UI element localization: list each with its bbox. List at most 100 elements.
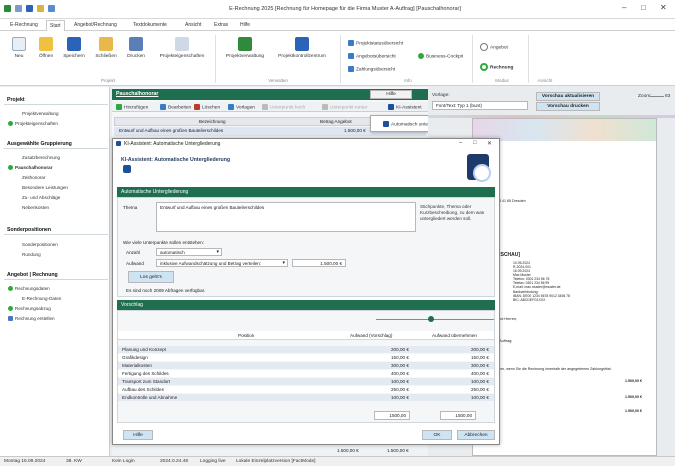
row-position: Planung und Konzept [122, 347, 166, 352]
ki-assistant-button[interactable]: KI-Assistent [388, 104, 422, 110]
menu-ansicht[interactable]: Ansicht [185, 22, 201, 28]
maximize-icon[interactable]: □ [473, 140, 477, 146]
ok-button[interactable]: OK [422, 430, 452, 440]
refresh-preview-button[interactable]: Vorschau aktualisieren [536, 92, 600, 101]
aufwand-label: Aufwand [126, 261, 144, 266]
panel-footer: 1.500,00 € 1.500,00 € [112, 446, 428, 456]
move-down-label: Unterpunkt runter [330, 105, 368, 111]
aufwand-value: inklusive Aufwandschätzung und Betrag ve… [160, 261, 262, 266]
open-quick-icon[interactable] [37, 5, 44, 12]
dialog-help-button[interactable]: Hilfe [123, 430, 153, 440]
project-management-button[interactable]: Projektverwaltung [222, 34, 268, 59]
print-preview-button[interactable]: Vorschau drucken [536, 102, 600, 111]
project-control-center-button[interactable]: Projektkontrollzentrum [272, 34, 332, 59]
print-quick-icon[interactable] [48, 5, 55, 12]
aufwand-select[interactable]: inklusive Aufwandschätzung und Betrag ve… [156, 259, 288, 267]
payment-overview-link[interactable]: Zahlungsübersicht [348, 66, 395, 72]
close-icon[interactable]: ✕ [660, 3, 667, 12]
table-row[interactable]: Aufbau des Schildes 250,00 € 250,00 € [118, 386, 494, 393]
new-quick-icon[interactable] [15, 5, 22, 12]
print-button[interactable]: Drucken [125, 34, 147, 59]
sidebar-item-zusatzberechnung[interactable]: Zusatzberechnung [22, 155, 60, 160]
sidebar-item-e-rechnung-daten[interactable]: E-Rechnung-Daten [22, 296, 61, 301]
mode-rechnung-radio[interactable]: Rechnung [480, 63, 513, 71]
sidebar-item-projektverwaltung[interactable]: Projektverwaltung [22, 111, 59, 116]
save-quick-icon[interactable] [26, 5, 33, 12]
business-cockpit-label: Business-Cockpit [426, 54, 464, 60]
sidebar-item-projekteigenschaften[interactable]: Projekteigenschaften [8, 121, 58, 127]
save-button[interactable]: Speichern [63, 34, 85, 59]
total-vorschlag-value: 1500,00 [389, 413, 406, 418]
add-button[interactable]: Hinzufügen [116, 104, 148, 110]
thema-input[interactable]: Entwurf und Aufbau eines großen Bauteile… [156, 202, 416, 232]
menu-textdokumente[interactable]: Textdokumente [133, 22, 167, 28]
split-slider-thumb[interactable] [428, 316, 434, 322]
minimize-icon[interactable]: – [622, 3, 626, 12]
chevron-down-icon: ▾ [282, 260, 285, 266]
cancel-button[interactable]: Abbrechen [457, 430, 495, 440]
aufwand-amount: 1.500,00 € [320, 261, 342, 266]
dialog-titlebar: KI-Assistent: Automatische Untergliederu… [113, 139, 499, 149]
sidebar-item-zeithonorar[interactable]: Zeithonorar [22, 175, 46, 180]
mode-angebot-radio[interactable]: Angebot [480, 43, 508, 51]
status-logging: Logging live [200, 459, 226, 464]
sidebar-item-label: Pauschalhonorar [15, 165, 53, 170]
move-down-button[interactable]: Unterpunkt runter [322, 104, 367, 110]
business-cockpit-link[interactable]: Business-Cockpit [418, 53, 463, 59]
sidebar-item-rechnung-erstellen[interactable]: Rechnung erstellen [8, 316, 55, 322]
aufwand-amount-input[interactable]: 1.500,00 € [292, 259, 346, 267]
sidebar-item-rundung[interactable]: Rundung [22, 252, 41, 257]
minimize-icon[interactable]: – [459, 140, 462, 146]
los-gehts-button[interactable]: Los geht's [128, 271, 174, 283]
status-overview-link[interactable]: Projektstatusübersicht [348, 40, 403, 46]
table-row[interactable]: Planung und Konzept 200,00 € 200,00 € [118, 346, 494, 353]
menu-hilfe[interactable]: Hilfe [240, 22, 250, 28]
open-button[interactable]: Öffnen [35, 34, 57, 59]
edit-button[interactable]: Bearbeiten [160, 104, 191, 110]
sidebar-item-sonderpositionen[interactable]: Sonderpositionen [22, 242, 58, 247]
sidebar-item-rechnungsabzug[interactable]: Rechnungsabzug [8, 306, 51, 312]
table-row[interactable]: Materialkosten 300,00 € 300,00 € [118, 362, 494, 369]
pencil-icon [160, 104, 166, 110]
offer-icon [348, 53, 354, 59]
templates-button[interactable]: Vorlagen [228, 104, 255, 110]
sidebar-item-pauschalhonorar[interactable]: Pauschalhonorar [8, 165, 53, 171]
new-document-icon [12, 37, 26, 51]
table-row[interactable]: Transport zum Standort 100,00 € 100,00 € [118, 378, 494, 385]
sidebar-item-label: Rechnung erstellen [15, 316, 55, 321]
sidebar-item-rechnungsdaten[interactable]: Rechnungsdaten [8, 286, 50, 292]
move-up-button[interactable]: Unterpunkt hoch [262, 104, 305, 110]
check-icon [8, 121, 13, 127]
new-button[interactable]: Neu [8, 34, 30, 59]
ai-icon [116, 141, 121, 146]
table-row[interactable]: Grafikdesign 150,00 € 150,00 € [118, 354, 494, 361]
project-properties-button[interactable]: Projekteigenschaften [155, 34, 209, 59]
group-info-label: Info [404, 78, 412, 83]
menu-e-rechnung[interactable]: E-Rechnung [10, 22, 38, 28]
sidebar-item-besondere-leistungen[interactable]: Besondere Leistungen [22, 185, 68, 190]
mode-angebot-label: Angebot [490, 45, 508, 51]
thema-label: Thema [123, 205, 138, 210]
close-project-button[interactable]: Schließen [95, 34, 117, 59]
row-uebernehmen: 100,00 € [471, 395, 489, 400]
menu-extras[interactable]: Extras [214, 22, 228, 28]
row-betrag: 1.500,00 € [344, 128, 366, 133]
sidebar-item-nebenkosten[interactable]: Nebenkosten [22, 205, 49, 210]
help-button[interactable]: Hilfe [370, 90, 412, 99]
delete-button[interactable]: Löschen [194, 104, 220, 110]
maximize-icon[interactable]: □ [641, 3, 646, 12]
table-row[interactable]: Fertigung des Schildes 400,00 € 400,00 € [118, 370, 494, 377]
menu-start[interactable]: Start [46, 20, 65, 31]
close-icon[interactable]: ✕ [487, 140, 492, 147]
total-vorschlag: 1500,00 [374, 411, 410, 420]
anzahl-select[interactable]: automatisch ▾ [156, 248, 222, 256]
total-uebernehmen: 1500,00 [440, 411, 476, 420]
offer-overview-link[interactable]: Angebotsübersicht [348, 53, 396, 59]
menu-angebot-rechnung[interactable]: Angebot/Rechnung [74, 22, 117, 28]
sidebar-item-zu-abschlaege[interactable]: Zu- und Abschläge [22, 195, 60, 200]
split-slider-track[interactable] [376, 319, 494, 320]
vorlage-select[interactable]: Font/Text: Typ 1 (bunt) [432, 101, 528, 110]
zoom-slider[interactable] [650, 96, 664, 97]
templates-label: Vorlagen [236, 105, 255, 111]
table-row[interactable]: Endkontrolle und Abnahme 100,00 € 100,00… [118, 394, 494, 401]
